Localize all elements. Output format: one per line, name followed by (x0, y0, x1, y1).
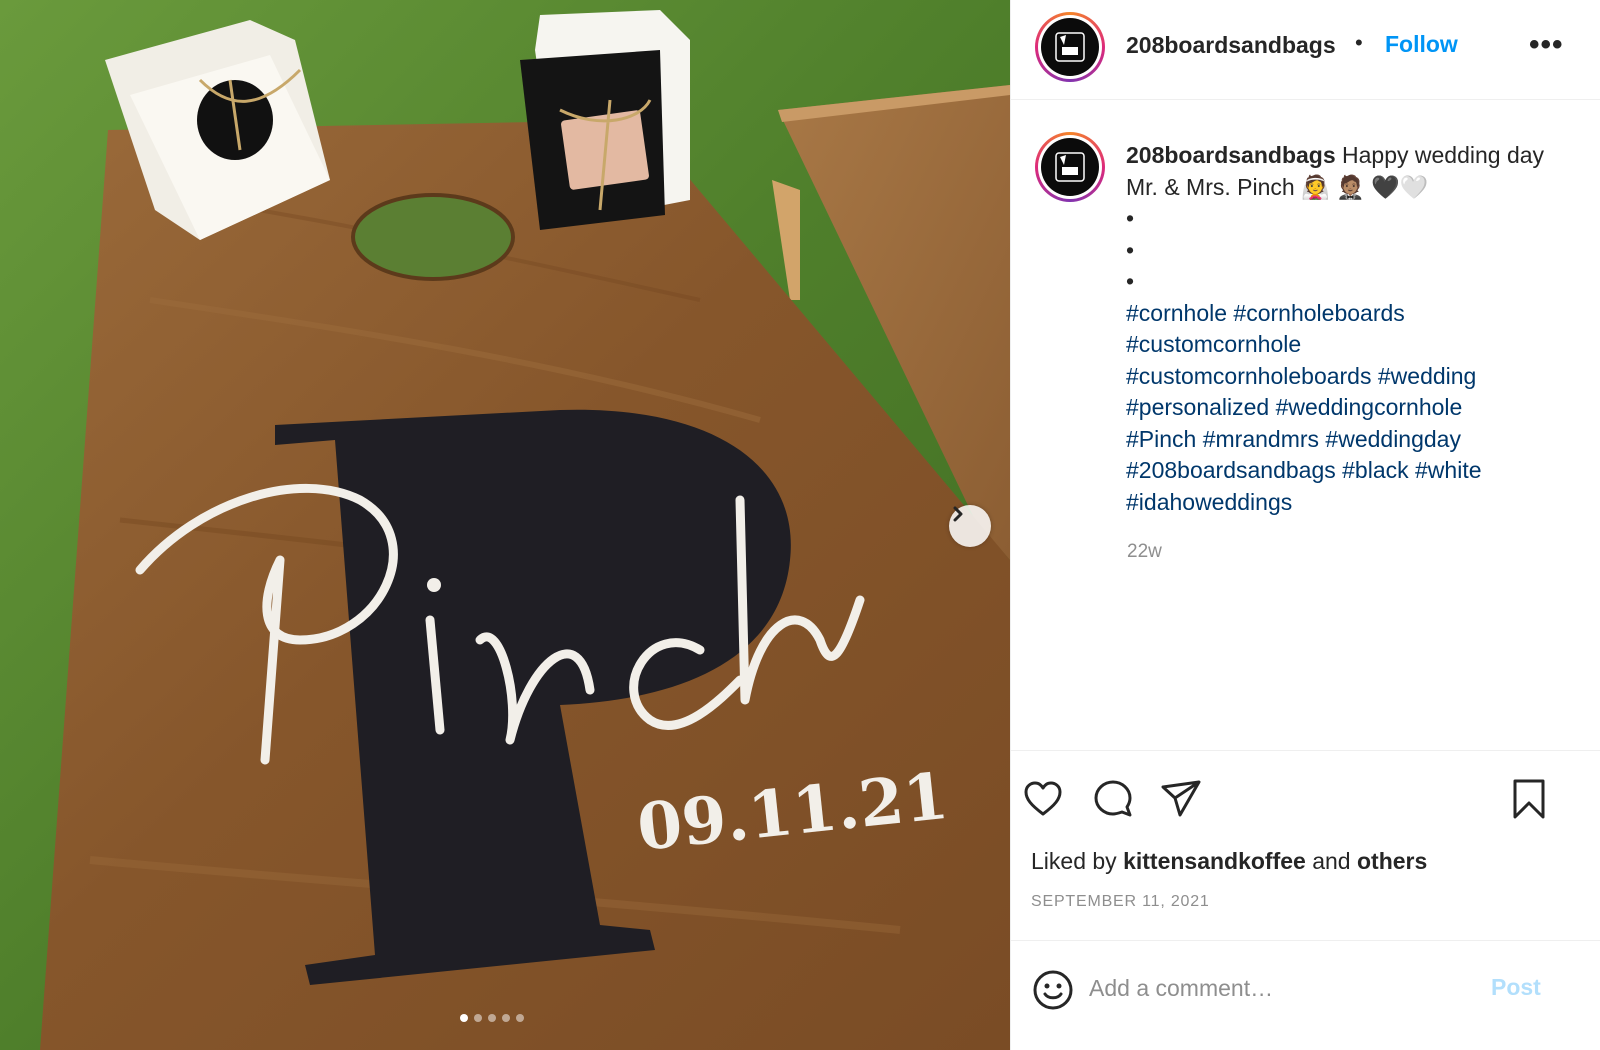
carousel-dot (460, 1014, 468, 1022)
hashtag-link[interactable]: #cornhole (1126, 300, 1227, 326)
comment-icon[interactable] (1091, 777, 1135, 821)
chevron-right-icon (953, 506, 963, 522)
smiley-icon[interactable] (1031, 968, 1075, 1012)
comment-bar: Post (1011, 940, 1600, 1050)
post-comment-button[interactable]: Post (1491, 974, 1541, 1001)
liked-by-others-link[interactable]: others (1357, 848, 1427, 874)
liked-by-prefix: Liked by (1031, 848, 1117, 874)
hashtag-link[interactable]: #Pinch (1126, 426, 1196, 452)
liked-by-text: Liked by kittensandkoffee and others (1031, 848, 1427, 875)
liked-by-and: and (1312, 848, 1351, 874)
caption-text: 208boardsandbags Happy wedding day Mr. &… (1126, 140, 1566, 518)
bookmark-icon[interactable] (1507, 777, 1551, 821)
avatar[interactable] (1035, 132, 1105, 202)
more-options-button[interactable]: ••• (1529, 28, 1564, 62)
hashtag-link[interactable]: #personalized (1126, 394, 1269, 420)
comment-input[interactable] (1089, 971, 1479, 1005)
caption-bullet: • (1126, 205, 1135, 231)
caption-bullet: • (1126, 236, 1135, 263)
boards-and-bags-logo-icon (1055, 32, 1085, 62)
hashtag-link[interactable]: #cornholeboards (1233, 300, 1404, 326)
carousel-dot (502, 1014, 510, 1022)
hashtag-link[interactable]: #customcornhole (1126, 331, 1301, 357)
separator-dot: • (1355, 30, 1363, 55)
share-icon[interactable] (1159, 777, 1203, 821)
post-photo[interactable]: 09.11.21 (0, 0, 1010, 1050)
liked-by-user-link[interactable]: kittensandkoffee (1123, 848, 1306, 874)
post-username[interactable]: 208boardsandbags (1126, 32, 1336, 59)
caption-bullet: • (1126, 268, 1135, 294)
post-actions: Liked by kittensandkoffee and others SEP… (1011, 750, 1600, 940)
hashtag-link[interactable]: #wedding (1378, 363, 1476, 389)
post-date[interactable]: SEPTEMBER 11, 2021 (1031, 893, 1210, 911)
carousel-dot (516, 1014, 524, 1022)
heart-icon[interactable] (1021, 777, 1065, 821)
cornhole-board-image: 09.11.21 (0, 0, 1010, 1050)
caption-username[interactable]: 208boardsandbags (1126, 142, 1336, 168)
carousel-indicator (460, 1014, 524, 1022)
avatar[interactable] (1035, 12, 1105, 82)
post-time-ago[interactable]: 22w (1127, 541, 1162, 563)
post-sidebar: 208boardsandbags • Follow ••• 208boardsa… (1010, 0, 1600, 1050)
hashtag-link[interactable]: #black (1342, 457, 1408, 483)
hashtag-list: #cornhole #cornholeboards #customcornhol… (1126, 300, 1482, 515)
hashtag-link[interactable]: #customcornholeboards (1126, 363, 1371, 389)
carousel-next-button[interactable] (949, 505, 991, 547)
carousel-dot (488, 1014, 496, 1022)
boards-and-bags-logo-icon (1055, 152, 1085, 182)
black-bean-bags (520, 10, 690, 230)
hashtag-link[interactable]: #idahoweddings (1126, 489, 1292, 515)
hashtag-link[interactable]: #weddingday (1325, 426, 1461, 452)
hashtag-link[interactable]: #white (1415, 457, 1481, 483)
hashtag-link[interactable]: #weddingcornhole (1276, 394, 1463, 420)
post-header: 208boardsandbags • Follow ••• (1011, 0, 1600, 100)
hashtag-link[interactable]: #mrandmrs (1203, 426, 1319, 452)
carousel-dot (474, 1014, 482, 1022)
hashtag-link[interactable]: #208boardsandbags (1126, 457, 1336, 483)
follow-button[interactable]: Follow (1385, 31, 1458, 58)
